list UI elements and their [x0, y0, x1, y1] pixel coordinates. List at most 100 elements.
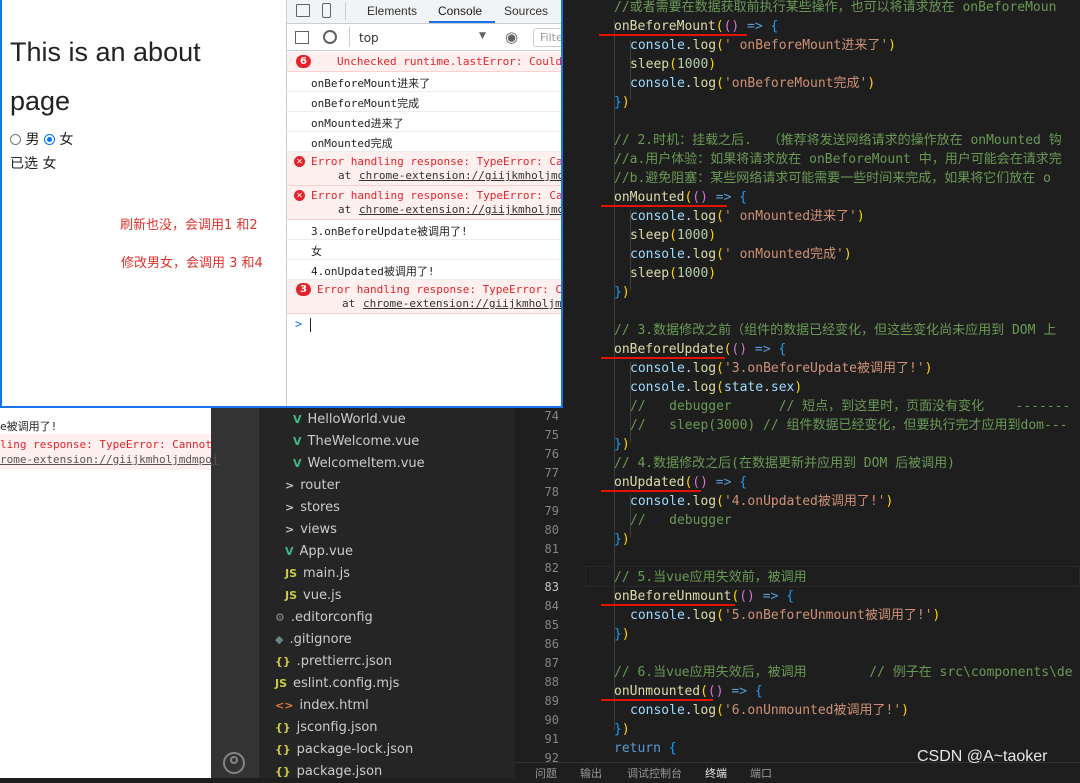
- file-tree-item[interactable]: {} package.json: [275, 761, 382, 783]
- radio-female[interactable]: [43, 134, 55, 145]
- file-tree-item[interactable]: ◆ .gitignore: [275, 629, 352, 651]
- tab-debug-console[interactable]: 调试控制台: [627, 765, 682, 781]
- console-message: Error handling response: TypeError: Can: [311, 189, 563, 202]
- file-tree-item[interactable]: > views: [285, 519, 337, 541]
- line-number: 88: [544, 675, 559, 689]
- annotation-underline: [599, 34, 747, 36]
- file-tree-item[interactable]: {} .prettierrc.json: [275, 651, 392, 673]
- vue-file-icon: V: [293, 413, 302, 426]
- chevron-right-icon: >: [285, 523, 295, 536]
- error-icon: ✕: [294, 190, 305, 201]
- line-number: 85: [544, 618, 559, 632]
- stack-link[interactable]: chrome-extension://giijkmholjm: [363, 297, 561, 310]
- js-file-icon: JS: [285, 567, 298, 580]
- line-number: 78: [544, 485, 559, 499]
- code-comment: //a.用户体验：如果将请求放在 onBeforeMount 中，用户可能会在请…: [614, 152, 1062, 167]
- stack-at-label: at: [338, 169, 352, 182]
- json-file-icon: {}: [275, 655, 291, 668]
- account-icon[interactable]: [223, 752, 245, 774]
- console-message: Error handling response: TypeError: Ca: [317, 283, 563, 296]
- toolbar-divider: [345, 2, 346, 20]
- file-tree-item[interactable]: JS eslint.config.mjs: [275, 673, 399, 695]
- watermark: CSDN @A~taoker: [917, 748, 1048, 765]
- line-number: 77: [544, 466, 559, 480]
- console-message: Unchecked runtime.lastError: Could: [337, 55, 563, 68]
- console-message: 4.onUpdated被调用了!: [311, 265, 435, 278]
- inspect-icon[interactable]: [296, 4, 310, 17]
- file-tree-item[interactable]: JS main.js: [285, 563, 350, 585]
- filter-input[interactable]: Filter: [533, 28, 561, 47]
- line-number: 79: [544, 504, 559, 518]
- clear-console-icon[interactable]: [323, 30, 337, 44]
- annotation-note: 刷新也没，会调用1 和2: [120, 218, 258, 233]
- git-icon: ◆: [275, 633, 284, 646]
- code-line: console.log(state.sex): [630, 380, 803, 395]
- file-tree-label: eslint.config.mjs: [293, 676, 400, 691]
- line-number: 87: [544, 656, 559, 670]
- console-log-row: 4.onUpdated被调用了!: [287, 260, 561, 280]
- file-tree-item[interactable]: > router: [285, 475, 340, 497]
- active-tab-indicator: [429, 21, 495, 23]
- file-tree-label: .gitignore: [289, 632, 352, 647]
- file-tree-item[interactable]: V App.vue: [285, 541, 353, 563]
- chevron-right-icon: >: [285, 501, 295, 514]
- file-tree-item[interactable]: JS vue.js: [285, 585, 341, 607]
- annotation-underline: [601, 205, 727, 207]
- file-tree-item[interactable]: V TheWelcome.vue: [293, 431, 419, 453]
- code-editor[interactable]: 74 75 76 77 78 79 80 81 82 83 84 85 86 87 88 89 90 91 92 /…: [515, 0, 1080, 778]
- file-tree-label: index.html: [299, 698, 369, 713]
- tab-elements[interactable]: Elements: [367, 4, 417, 18]
- code-comment: // debugger // 短点，到这里时，页面没有变化 -------: [630, 399, 1071, 414]
- context-selector[interactable]: top: [359, 31, 379, 45]
- line-number: 89: [544, 694, 559, 708]
- console-prompt[interactable]: >: [295, 317, 302, 331]
- file-tree-item[interactable]: V WelcomeItem.vue: [293, 453, 425, 475]
- stack-link[interactable]: chrome-extension://giijkmholjmdm: [359, 169, 561, 182]
- code-comment: // debugger: [630, 513, 732, 528]
- line-number: 86: [544, 637, 559, 651]
- stack-link[interactable]: chrome-extension://giijkmholjmdm: [359, 203, 561, 216]
- tab-problems[interactable]: 问题: [535, 765, 557, 781]
- code-comment: //或者需要在数据获取前执行某些操作，也可以将请求放在 onBeforeMoun: [614, 0, 1057, 15]
- tab-ports[interactable]: 端口: [750, 765, 772, 781]
- code-line: sleep(1000): [630, 57, 717, 72]
- file-tree-label: stores: [300, 500, 340, 515]
- console-message: onMounted完成: [311, 137, 393, 150]
- code-comment: // sleep(3000) // 组件数据已经变化，但要执行完才应用到dom-…: [630, 418, 1068, 433]
- file-tree-item[interactable]: > stores: [285, 497, 340, 519]
- eye-icon[interactable]: ◉: [505, 30, 518, 45]
- js-file-icon: JS: [275, 677, 288, 690]
- console-error-row: 3 Error handling response: TypeError: Ca a…: [287, 280, 563, 314]
- code-line: console.log('3.onBeforeUpdate被调用了!'): [630, 361, 933, 376]
- radio-male-label: 男: [25, 132, 40, 148]
- file-tree-item[interactable]: ⚙ .editorconfig: [275, 607, 373, 629]
- error-count-badge[interactable]: 3: [296, 283, 311, 296]
- vue-file-icon: V: [285, 545, 294, 558]
- tab-output[interactable]: 输出: [580, 765, 602, 781]
- tab-terminal[interactable]: 终端: [705, 765, 727, 781]
- error-count-badge[interactable]: 6: [296, 55, 311, 68]
- console-log-row: 3.onBeforeUpdate被调用了!: [287, 220, 561, 240]
- code-comment: // 2.时机：挂载之后. （推荐将发送网络请求的操作放在 onMounted …: [614, 133, 1062, 148]
- log-fragment: e被调用了!: [0, 420, 58, 433]
- gear-icon: ⚙: [275, 611, 285, 624]
- file-tree-label: main.js: [303, 566, 351, 581]
- radio-male[interactable]: [10, 134, 21, 145]
- tab-sources[interactable]: Sources: [504, 4, 548, 18]
- tab-console[interactable]: Console: [438, 4, 482, 18]
- annotation-underline: [601, 490, 701, 492]
- file-tree-item[interactable]: <> index.html: [275, 695, 369, 717]
- radio-female-label: 女: [59, 132, 74, 148]
- console-message: onBeforeMount进来了: [311, 77, 431, 90]
- file-tree-item[interactable]: {} package-lock.json: [275, 739, 413, 761]
- sidebar-toggle-icon[interactable]: [295, 31, 309, 44]
- error-icon: ✕: [294, 156, 305, 167]
- file-tree-item[interactable]: V HelloWorld.vue: [293, 409, 406, 431]
- error-fragment: ling response: TypeError: Cannot: [0, 438, 212, 451]
- device-toggle-icon[interactable]: [322, 3, 331, 18]
- code-line: }): [614, 437, 630, 452]
- file-tree-item[interactable]: {} jsconfig.json: [275, 717, 378, 739]
- console-message: onMounted进来了: [311, 117, 404, 130]
- chevron-down-icon[interactable]: ▼: [479, 31, 486, 41]
- console-log-row: onMounted完成: [287, 132, 561, 152]
